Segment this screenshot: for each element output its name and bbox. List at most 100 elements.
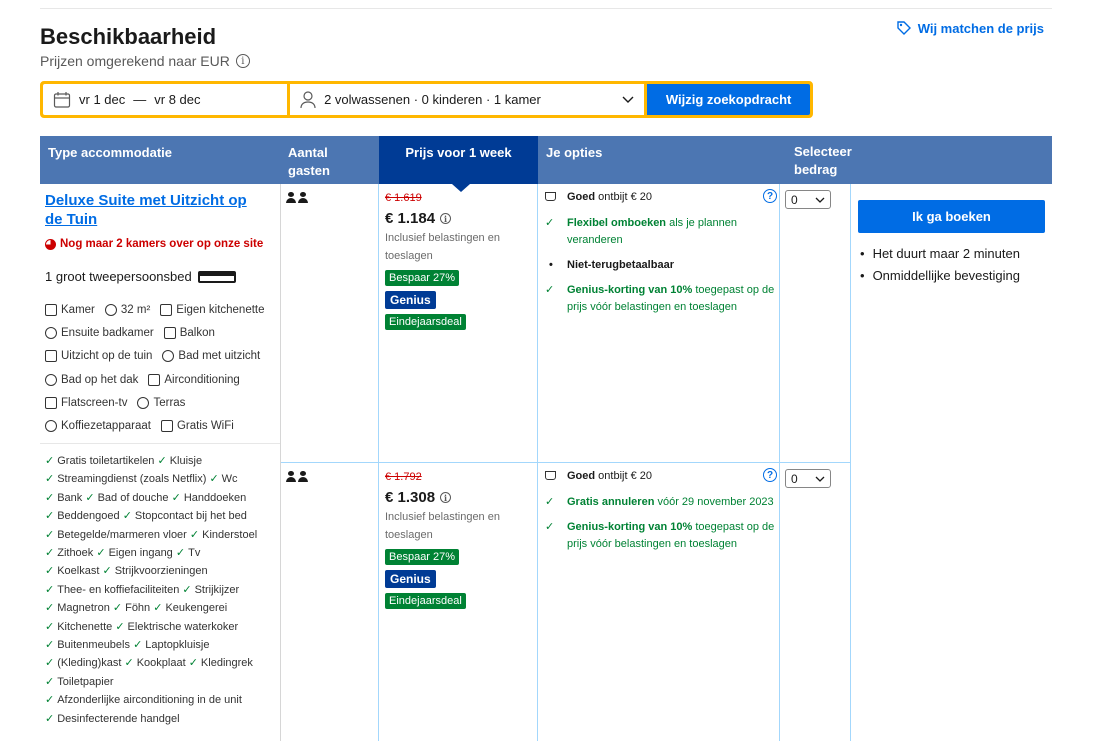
amenity-item: ✓ Beddengoed bbox=[45, 510, 120, 522]
amenity-item: ✓ Kitchenette bbox=[45, 621, 112, 633]
person-icon bbox=[300, 90, 316, 108]
deal-badge: Eindejaarsdeal bbox=[385, 593, 466, 609]
amenity-item: ✓ Kledingrek bbox=[189, 657, 253, 669]
amenity-row: ✓ Betegelde/marmeren vloer ✓ Kinderstoel bbox=[45, 526, 277, 544]
meal-text: ontbijt € 20 bbox=[595, 470, 652, 482]
price-info-icon[interactable]: i bbox=[440, 213, 452, 224]
current-price-value: € 1.184 bbox=[385, 210, 436, 227]
genius-badge: Genius bbox=[385, 291, 436, 309]
checkmark-icon: ✓ bbox=[45, 473, 55, 486]
amenity-item: ✓ Toiletpapier bbox=[45, 676, 113, 688]
facility-list: Kamer 32 m² Eigen kitchenette Ensuite badka… bbox=[45, 298, 275, 438]
checkmark-icon: ✓ bbox=[45, 675, 55, 688]
current-price: € 1.308 i bbox=[385, 489, 535, 506]
facility-row: Bad op het dak Airconditioning bbox=[45, 368, 275, 391]
facility-icon bbox=[45, 350, 57, 363]
room-name-link[interactable]: Deluxe Suite met Uitzicht op de Tuin bbox=[45, 191, 265, 229]
facility-row: Koffiezetapparaat Gratis WiFi bbox=[45, 414, 275, 437]
facility-row: Flatscreen-tv Terras bbox=[45, 391, 275, 414]
amenity-label: Kledingrek bbox=[200, 657, 253, 670]
facility-icon bbox=[45, 326, 57, 339]
facility-label: Gratis WiFi bbox=[176, 420, 234, 433]
amenity-item: ✓ Tv bbox=[176, 547, 200, 559]
amenity-item: ✓ Stopcontact bij het bed bbox=[123, 510, 247, 522]
amenity-item: ✓ Föhn bbox=[113, 602, 150, 614]
info-icon[interactable]: i bbox=[235, 54, 250, 68]
checkmark-icon: ✓ bbox=[45, 510, 55, 523]
facility-divider bbox=[40, 443, 280, 444]
help-icon[interactable]: ? bbox=[763, 468, 777, 482]
book-button[interactable]: Ik ga boeken bbox=[858, 200, 1045, 233]
chevron-down-icon bbox=[815, 476, 825, 482]
amenity-label: Strijkvoorzieningen bbox=[114, 565, 208, 578]
badge-list: Bespaar 27% Genius Eindejaarsdeal bbox=[385, 265, 535, 330]
checkmark-icon: ✓ bbox=[45, 547, 55, 560]
price-info-icon[interactable]: i bbox=[440, 492, 452, 503]
amenity-label: Stopcontact bij het bed bbox=[134, 510, 247, 523]
facility-label: Koffiezetapparaat bbox=[61, 420, 151, 433]
amenity-label: Elektrische waterkoker bbox=[127, 620, 239, 633]
deal-badge: Eindejaarsdeal bbox=[385, 314, 466, 330]
benefit-item: Het duurt maar 2 minuten bbox=[860, 243, 1020, 265]
checkmark-icon: ✓ bbox=[45, 565, 55, 578]
facility-item: Bad met uitzicht bbox=[162, 350, 260, 363]
date-picker[interactable]: vr 1 dec — vr 8 dec bbox=[43, 84, 288, 115]
facility-row: Ensuite badkamer Balkon bbox=[45, 321, 275, 344]
current-price-value: € 1.308 bbox=[385, 489, 436, 506]
guests-selector[interactable]: 2 volwassenen · 0 kinderen · 1 kamer bbox=[290, 84, 645, 115]
facility-label: 32 m² bbox=[120, 303, 151, 316]
original-price: € 1.619 bbox=[385, 192, 422, 204]
refund-label: Niet-terugbetaalbaar bbox=[567, 259, 674, 271]
amenity-label: Bank bbox=[57, 491, 83, 504]
facility-item: Balkon bbox=[163, 326, 215, 339]
checkout-date: vr 8 dec bbox=[154, 92, 201, 107]
amenity-item: ✓ Strijkijzer bbox=[182, 584, 239, 596]
price-match-link[interactable]: Wij matchen de prijs bbox=[896, 20, 1044, 36]
checkmark-icon: ✓ bbox=[45, 583, 55, 596]
coffee-cup-icon bbox=[545, 468, 559, 486]
facility-label: Balkon bbox=[179, 326, 215, 339]
room-quantity-select[interactable]: 0 bbox=[785, 190, 831, 209]
savings-badge: Bespaar 27% bbox=[385, 549, 460, 565]
genius-label: Genius-korting van 10% bbox=[567, 284, 693, 296]
person-icon bbox=[298, 471, 308, 482]
original-price: € 1.792 bbox=[385, 471, 422, 483]
facility-label: Uitzicht op de tuin bbox=[61, 350, 153, 363]
amenity-item: ✓ Thee- en koffiefaciliteiten bbox=[45, 584, 179, 596]
change-search-button[interactable]: Wijzig zoekopdracht bbox=[647, 84, 810, 115]
amenity-row: ✓ Thee- en koffiefaciliteiten ✓ Strijkijze… bbox=[45, 581, 277, 599]
amenity-label: Toiletpapier bbox=[57, 675, 114, 688]
meal-label: Goed bbox=[567, 470, 596, 482]
facility-item: Ensuite badkamer bbox=[45, 326, 154, 339]
amenity-item: ✓ Handdoeken bbox=[172, 492, 247, 504]
amenity-item: ✓ Betegelde/marmeren vloer bbox=[45, 529, 187, 541]
amenity-item: ✓ Bad of douche bbox=[85, 492, 168, 504]
sort-indicator bbox=[452, 184, 470, 192]
room-quantity-select[interactable]: 0 bbox=[785, 469, 831, 488]
amenity-item: ✓ Afzonderlijke airconditioning in de uni… bbox=[45, 694, 242, 706]
header-price[interactable]: Prijs voor 1 week bbox=[379, 136, 538, 184]
chevron-down-icon bbox=[815, 197, 825, 203]
checkmark-icon: ✓ bbox=[45, 491, 55, 504]
meal-label: Goed bbox=[567, 191, 596, 203]
scarcity-message: Nog maar 2 kamers over op onze site bbox=[45, 238, 263, 250]
checkmark-icon: ✓ bbox=[45, 602, 55, 615]
facility-item: Flatscreen-tv bbox=[45, 396, 127, 409]
checkmark-icon: ✓ bbox=[115, 620, 125, 633]
amenity-label: Eigen ingang bbox=[108, 547, 173, 560]
amenity-label: Tv bbox=[188, 547, 201, 560]
calendar-icon bbox=[53, 91, 71, 108]
amenity-label: Buitenmeubels bbox=[57, 639, 130, 652]
facility-label: Bad op het dak bbox=[61, 373, 139, 386]
facility-label: Ensuite badkamer bbox=[61, 326, 154, 339]
currency-note: Prijzen omgerekend naar EUR i bbox=[40, 53, 250, 69]
amenity-label: Afzonderlijke airconditioning in de unit bbox=[57, 694, 242, 707]
flex-option: ✓ Flexibel omboeken als je plannen verand… bbox=[545, 215, 775, 249]
amenity-item: ✓ Kookplaat bbox=[124, 657, 185, 669]
price-cell: € 1.792 € 1.308 i Inclusief belastingen e… bbox=[385, 471, 535, 609]
checkmark-icon: ✓ bbox=[45, 455, 55, 467]
amenity-label: Handdoeken bbox=[183, 491, 247, 504]
help-icon[interactable]: ? bbox=[763, 189, 777, 203]
facility-item: Uitzicht op de tuin bbox=[45, 350, 153, 363]
amenity-label: Kookplaat bbox=[136, 657, 186, 670]
